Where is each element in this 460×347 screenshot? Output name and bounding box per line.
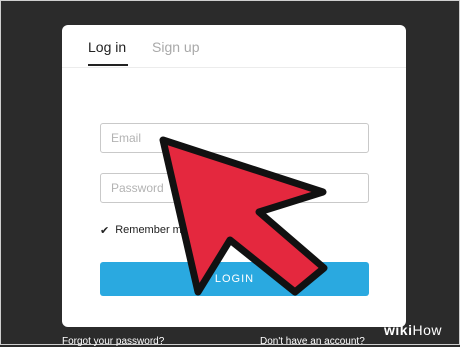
email-field[interactable] [100, 123, 369, 153]
tab-bar: Log in Sign up [62, 25, 406, 68]
wikihow-watermark: wikiHow [384, 322, 442, 338]
login-button[interactable]: LOGIN [100, 262, 369, 296]
forgot-password-link[interactable]: Forgot your password? [62, 336, 164, 347]
password-field[interactable] [100, 173, 369, 203]
remember-me-checkbox[interactable]: ✔ Remember me at [100, 223, 200, 237]
remember-me-label: Remember me at [115, 224, 201, 236]
watermark-wiki: wiki [384, 322, 413, 338]
active-tab-indicator [88, 64, 128, 66]
signup-link[interactable]: Don't have an account? [260, 336, 365, 347]
tab-login[interactable]: Log in [88, 39, 126, 55]
tab-signup[interactable]: Sign up [152, 39, 199, 55]
login-card: Log in Sign up ✔ Remember me at LOGIN [62, 25, 406, 327]
watermark-how: How [412, 322, 442, 338]
checkmark-icon: ✔ [100, 224, 110, 237]
